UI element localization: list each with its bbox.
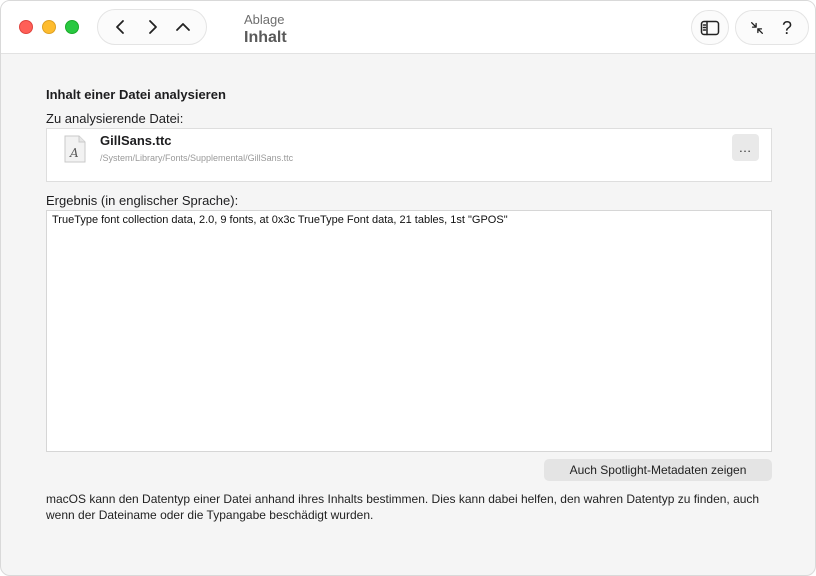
result-text-area[interactable]: TrueType font collection data, 2.0, 9 fo…: [46, 210, 772, 452]
result-label: Ergebnis (in englischer Sprache):: [46, 193, 239, 208]
app-window: Ablage Inhalt ? Inhalt einer Datei analy…: [0, 0, 816, 576]
choose-file-button[interactable]: …: [732, 134, 759, 161]
back-button[interactable]: [108, 14, 134, 40]
minimize-window-button[interactable]: [42, 20, 56, 34]
svg-text:A: A: [69, 146, 79, 160]
description-text: macOS kann den Datentyp einer Datei anha…: [46, 492, 760, 522]
show-spotlight-metadata-button[interactable]: Auch Spotlight-Metadaten zeigen: [544, 459, 772, 481]
help-button[interactable]: ?: [774, 15, 800, 41]
up-button[interactable]: [170, 14, 196, 40]
file-name: GillSans.ttc: [100, 133, 172, 148]
collapse-button[interactable]: [744, 15, 770, 41]
file-path: /System/Library/Fonts/Supplemental/GillS…: [100, 153, 294, 163]
chevron-right-icon: [149, 20, 157, 34]
sidebar-icon: [700, 20, 720, 35]
file-label: Zu analysierende Datei:: [46, 111, 184, 126]
breadcrumb: Ablage: [244, 12, 285, 27]
forward-button[interactable]: [139, 14, 165, 40]
page-title: Inhalt: [244, 29, 287, 46]
zoom-window-button[interactable]: [65, 20, 79, 34]
toggle-sidebar-button[interactable]: [691, 10, 729, 45]
window-actions-group: ?: [735, 10, 809, 45]
title-bar: Ablage Inhalt ?: [1, 1, 815, 54]
chevron-left-icon: [116, 20, 125, 34]
file-drop-box[interactable]: A GillSans.ttc /System/Library/Fonts/Sup…: [46, 128, 772, 182]
navigation-group: [97, 9, 207, 45]
window-title-stack: Ablage Inhalt: [244, 12, 287, 48]
section-title: Inhalt einer Datei analysieren: [46, 87, 226, 102]
chevron-up-icon: [175, 23, 190, 31]
close-window-button[interactable]: [19, 20, 33, 34]
collapse-icon: [751, 21, 763, 34]
help-icon: ?: [781, 17, 792, 38]
font-file-icon: A: [64, 135, 86, 163]
